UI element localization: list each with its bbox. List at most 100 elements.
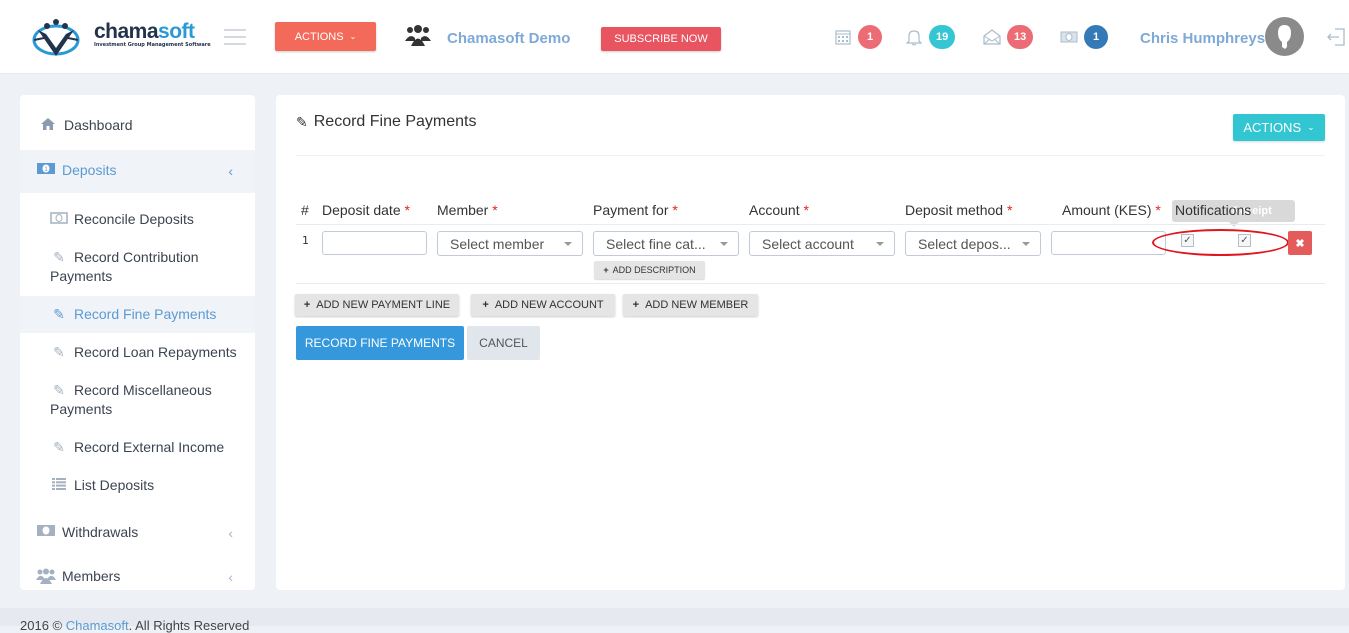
pencil-icon: ✎ <box>53 249 65 265</box>
plus-icon: + <box>482 299 489 311</box>
highlight-annotation-ellipse <box>1152 229 1289 256</box>
sidebar-subitem-record-loan-repayments[interactable]: ✎ Record Loan Repayments <box>50 343 255 362</box>
group-name[interactable]: Chamasoft Demo <box>447 30 570 47</box>
bell-icon <box>905 28 923 46</box>
plus-icon: + <box>303 299 311 311</box>
subitem-label: Record Fine Payments <box>74 306 217 322</box>
sidebar-subitem-record-external-income[interactable]: ✎ Record External Income <box>50 438 255 457</box>
sidebar: Dashboard 1 Deposits ‹ Reconcile Deposit… <box>20 95 255 590</box>
add-description-button[interactable]: + ADD DESCRIPTION <box>594 261 705 279</box>
chamasoft-logo[interactable]: chamasoft Investment Group Management So… <box>32 16 211 60</box>
deposit-method-select[interactable]: Select depos... <box>905 231 1041 256</box>
page-title: ✎ Record Fine Payments <box>296 113 476 131</box>
pencil-icon: ✎ <box>53 306 65 322</box>
column-header-notifications: Notifications <box>1175 202 1252 218</box>
top-actions-label: ACTIONS <box>294 30 344 43</box>
pencil-icon: ✎ <box>53 344 65 360</box>
column-header-deposit-method: Deposit method * <box>905 202 1013 218</box>
chevron-left-icon: ‹ <box>228 525 233 541</box>
page-title-text: Record Fine Payments <box>313 113 477 130</box>
sidebar-subitem-reconcile-deposits[interactable]: Reconcile Deposits <box>50 210 255 229</box>
column-header-account: Account * <box>749 202 809 218</box>
pencil-icon: ✎ <box>296 113 308 130</box>
bell-notification[interactable]: 19 <box>905 25 956 49</box>
member-select-placeholder: Select member <box>450 235 545 252</box>
actions-dropdown-button[interactable]: ACTIONS ⌄ <box>1233 114 1325 141</box>
add-new-payment-line-button[interactable]: + ADD NEW PAYMENT LINE <box>295 294 459 316</box>
money-badge: 1 <box>1084 25 1108 49</box>
add-new-account-button[interactable]: + ADD NEW ACCOUNT <box>471 294 615 316</box>
sidebar-item-dashboard[interactable]: Dashboard <box>20 117 255 139</box>
logo-icon <box>32 19 80 56</box>
account-select-placeholder: Select account <box>762 235 854 252</box>
chevron-left-icon: ‹ <box>228 163 233 179</box>
sidebar-subitem-record-fine-payments[interactable]: ✎ Record Fine Payments <box>20 296 255 333</box>
user-avatar[interactable] <box>1265 17 1304 56</box>
group-icon <box>405 25 431 46</box>
caret-down-icon <box>1022 242 1030 246</box>
column-header-deposit-date: Deposit date * <box>322 202 410 218</box>
subitem-label: List Deposits <box>74 477 155 493</box>
home-icon <box>38 117 58 131</box>
logout-icon[interactable] <box>1326 27 1346 47</box>
footer: 2016 © Chamasoft. All Rights Reserved <box>0 608 1349 633</box>
calendar-notification[interactable]: 1 <box>834 25 882 49</box>
add-description-label: ADD DESCRIPTION <box>612 265 696 275</box>
top-navbar: chamasoft Investment Group Management So… <box>0 0 1349 74</box>
sidebar-subitem-record-contribution-payments[interactable]: ✎ Record Contribution Payments <box>50 248 255 286</box>
chevron-down-icon: ⌄ <box>1307 122 1315 132</box>
money-icon: 1 <box>36 162 56 175</box>
user-name[interactable]: Chris Humphreys <box>1140 30 1265 47</box>
deposit-date-input[interactable] <box>322 231 427 255</box>
amount-input[interactable] <box>1051 231 1166 255</box>
subscribe-now-button[interactable]: SUBSCRIBE NOW <box>601 27 721 51</box>
column-header-number: # <box>301 202 309 218</box>
plus-icon: + <box>603 265 609 275</box>
sidebar-item-deposits[interactable]: 1 Deposits ‹ <box>20 150 255 193</box>
sidebar-subitem-record-miscellaneous-payments[interactable]: ✎ Record Miscellaneous Payments <box>50 381 255 419</box>
subitem-label: Reconcile Deposits <box>74 211 194 227</box>
account-select[interactable]: Select account <box>749 231 895 256</box>
member-select[interactable]: Select member <box>437 231 583 256</box>
record-fine-payments-button[interactable]: RECORD FINE PAYMENTS <box>296 326 464 360</box>
sidebar-item-members[interactable]: Members ‹ <box>20 568 255 590</box>
chevron-down-icon: ⌄ <box>349 32 357 41</box>
sidebar-subitem-list-deposits[interactable]: List Deposits <box>50 476 255 495</box>
payment-for-select[interactable]: Select fine cat... <box>593 231 739 256</box>
row-number: 1 <box>302 234 309 247</box>
top-actions-button[interactable]: ACTIONS ⌄ <box>275 22 376 51</box>
subitem-label: Record Loan Repayments <box>74 344 237 360</box>
list-icon <box>50 476 68 495</box>
header-divider <box>296 224 1325 225</box>
actions-label: ACTIONS <box>1243 120 1302 135</box>
subitem-label: Record Miscellaneous Payments <box>50 382 212 417</box>
add-account-label: ADD NEW ACCOUNT <box>494 299 604 311</box>
sidebar-item-withdrawals[interactable]: Withdrawals ‹ <box>20 524 255 546</box>
inbox-notification[interactable]: 13 <box>983 25 1034 49</box>
column-header-payment-for: Payment for * <box>593 202 678 218</box>
deposit-method-placeholder: Select depos... <box>918 235 1011 252</box>
calendar-icon <box>834 28 852 46</box>
add-new-member-button[interactable]: + ADD NEW MEMBER <box>623 294 758 316</box>
subitem-label: Record Contribution Payments <box>50 249 199 284</box>
remove-row-button[interactable]: ✖ <box>1288 231 1312 255</box>
close-icon: ✖ <box>1295 237 1305 250</box>
add-member-label: ADD NEW MEMBER <box>645 299 749 311</box>
envelope-open-icon <box>983 28 1001 46</box>
logo-text: chamasoft <box>94 20 195 43</box>
sidebar-item-label: Withdrawals <box>62 524 139 540</box>
cancel-button[interactable]: CANCEL <box>467 326 540 360</box>
plus-icon: + <box>632 299 640 311</box>
avatar-silhouette-icon <box>1278 25 1291 49</box>
inbox-badge: 13 <box>1007 25 1034 49</box>
calendar-badge: 1 <box>858 25 882 49</box>
pencil-icon: ✎ <box>53 439 65 455</box>
column-header-member: Member * <box>437 202 498 218</box>
menu-toggle-icon[interactable] <box>224 29 246 45</box>
sidebar-item-label: Deposits <box>62 162 117 178</box>
money-notification[interactable]: 1 <box>1060 25 1108 49</box>
pencil-icon: ✎ <box>53 382 65 398</box>
money-icon <box>36 524 56 537</box>
chevron-left-icon: ‹ <box>228 569 233 585</box>
row-divider <box>296 283 1325 284</box>
